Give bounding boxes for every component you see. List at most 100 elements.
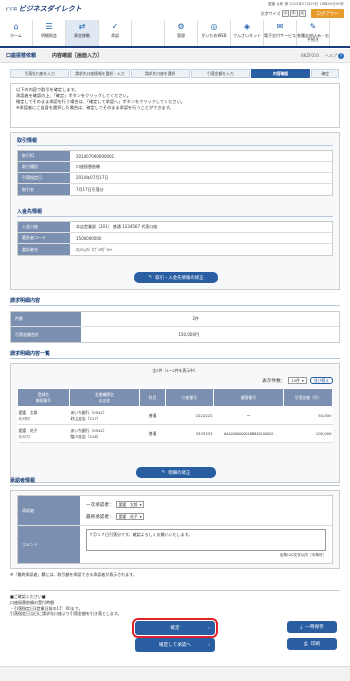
bank-cell: あいち銀行（0542） 臨川支店（216） — [69, 424, 140, 443]
list-controls: 表示件数： 10件 ▾ 並び替え — [17, 377, 333, 384]
note-line: 引落指定日当日に請求先口座より引落金額を引き落とします。 — [10, 611, 122, 617]
nav-label: でんさいネット — [233, 33, 261, 38]
nav-label: 資金移動 — [74, 33, 90, 38]
mail-icon: ✉ — [276, 22, 284, 32]
account-cell: 2222222 — [165, 406, 214, 425]
nav-item-3[interactable]: ✓ 承認 — [99, 20, 132, 46]
nav-item-4[interactable] — [132, 20, 165, 46]
claim-table: 件数 2件 引落金額合計 150,000円 — [10, 311, 340, 343]
reorder-button[interactable]: 並び替え — [309, 377, 333, 384]
nav-item-1[interactable]: ☰ 明細照会 — [33, 20, 66, 46]
nav-item-9[interactable]: ✎ 各種お申込み・お手続き — [297, 20, 330, 46]
brand-name: ビジネスダイレクト — [18, 5, 82, 13]
step-4: 引落金額を入力 — [190, 69, 250, 78]
col-account: 口座番号 — [165, 388, 214, 407]
logout-button[interactable]: ログアウト — [311, 9, 344, 18]
bank-cell: あいち銀行（0542） 砂山支店（217） — [69, 406, 140, 425]
payee-info-table: 入金口座 本店営業部（201） 普通 1234567 代表口座 委託者コード 150… — [17, 221, 333, 256]
page-title: 内容確認［画面入力］ — [52, 53, 103, 59]
comment-label: コメント — [18, 526, 80, 563]
consignor-name-value: ｴﾋﾒｼｮｳｼﾞｶﾌﾞｼｷｶﾞｲｼｬ — [76, 246, 112, 252]
deposit-account-value: 本店営業部（201） 普通 1234567 代表口座 — [76, 224, 158, 229]
print-button[interactable]: ⎙ 印刷 — [287, 638, 337, 650]
step-1: 引落先口座を入力 — [10, 69, 70, 78]
nav-item-7[interactable]: ◈ でんさいネット — [231, 20, 264, 46]
document-icon: ☰ — [45, 22, 53, 32]
bank-logo[interactable]: ﾋﾞｼﾞﾈｽ ビジネスダイレクト — [6, 3, 82, 15]
payee-row: 委託者コード 1500000000 — [18, 233, 332, 244]
first-approver-select[interactable]: 愛媛 太郎 ▾ — [115, 501, 145, 508]
trade-id-label: 取引ID — [18, 151, 70, 161]
approver-table: 承認者 一次承認者： 愛媛 太郎 ▾ 最終承認者： 愛媛 花子 ▾ コメント ７月１… — [17, 495, 333, 564]
consignor-code-label: 委託者コード — [18, 233, 70, 243]
help-link[interactable]: ヘルプ? — [325, 52, 344, 59]
nav-label: 明細照会 — [41, 33, 57, 38]
help-icon: ? — [338, 52, 344, 59]
table-row: 愛媛 花子 ｴﾋﾒﾊﾅｺ あいち銀行（0542） 臨川支店（216） 普通 33… — [17, 424, 333, 443]
first-approver-value: 愛媛 太郎 — [118, 501, 138, 507]
registrant-cell: 愛媛 花子 ｴﾋﾒﾊﾅｺ — [17, 424, 70, 443]
pencil-icon: ✎ — [161, 470, 166, 475]
count-label: 件数 — [11, 312, 81, 326]
comment-row: コメント ７月１７日引落分です。確認よろしくお願いいたします。 全角120文字以… — [18, 526, 332, 563]
confirm-button[interactable]: 確定 › — [132, 618, 218, 638]
home-icon: ⌂ — [13, 22, 19, 32]
blank-icon — [143, 23, 153, 32]
account-cell: 3333333 — [165, 424, 214, 443]
per-page-select[interactable]: 10件 ▾ — [288, 377, 307, 384]
trade-panel: 取引情報 取引ID 201407090000001 取引種別 口座振替依頼 引落指定… — [10, 132, 340, 290]
col-type: 科目 — [139, 388, 166, 407]
first-approver-line: 一次承認者： 愛媛 太郎 ▾ — [86, 501, 145, 508]
per-page-label: 表示件数： — [262, 378, 286, 384]
help-label: ヘルプ — [325, 52, 337, 58]
edit-trade-payee-button[interactable]: ✎ 取引・入金先情報の修正 — [134, 272, 218, 283]
nav-item-8[interactable]: ✉ 電子交付サービス — [264, 20, 297, 46]
global-nav: ⌂ ホーム ☰ 明細照会 ⇄ 資金移動 ✓ 承認 ⚙ 管理 ◎ がいためWEB ◈ でんさいネット ✉ 電子交… — [0, 20, 350, 46]
nav-label: 承認 — [111, 33, 119, 38]
nav-label: がいためWEB — [201, 33, 227, 38]
claim-row: 引落金額合計 150,000円 — [11, 327, 339, 342]
gear-icon: ⚙ — [177, 22, 185, 32]
comment-limit: 全角120文字以内［半角可］ — [279, 553, 326, 557]
chevron-right-icon: › — [208, 625, 210, 631]
per-page-value: 10件 — [291, 377, 300, 383]
save-draft-label: 一時保存 — [305, 625, 324, 630]
nav-label: 管理 — [177, 33, 185, 38]
registrant-cell: 愛媛 太郎 ｴﾋﾒﾀﾛｳ — [17, 406, 70, 425]
nav-item-5[interactable]: ⚙ 管理 — [165, 20, 198, 46]
screen-id: BKZF010 — [300, 53, 319, 58]
font-size-large-button[interactable]: 大 — [298, 10, 306, 17]
edit-details-label: 明細の修正 — [168, 470, 191, 476]
final-approver-select[interactable]: 愛媛 花子 ▾ — [115, 513, 145, 520]
comment-textarea[interactable]: ７月１７日引落分です。確認よろしくお願いいたします。 — [86, 529, 326, 551]
trade-info-table: 取引ID 201407090000001 取引種別 口座振替依頼 引落指定日 2014… — [17, 150, 333, 196]
title-right: BKZF010 ヘルプ? — [300, 52, 344, 59]
first-approver-label: 一次承認者： — [86, 502, 114, 508]
step-6: 確定 — [311, 69, 340, 78]
count-value: 2件 — [192, 316, 199, 321]
customer-cell: ー — [213, 406, 284, 425]
nav-item-2[interactable]: ⇄ 資金移動 — [66, 20, 99, 46]
printer-icon: ⎙ — [304, 642, 308, 647]
trade-row: 取引種別 口座振替依頼 — [18, 162, 332, 173]
trade-row: 取引ID 201407090000001 — [18, 151, 332, 162]
font-size-small-button[interactable]: 小 — [281, 10, 289, 17]
col-bank: 金融機関名 支店名 — [69, 388, 140, 407]
pencil-icon: ✎ — [148, 275, 153, 280]
final-approver-label: 最終承認者： — [86, 514, 114, 520]
nav-item-6[interactable]: ◎ がいためWEB — [198, 20, 231, 46]
record-count: 全2件（1～2件を表示中） — [152, 368, 198, 373]
notice-box: 以下の内容で取引を確定します。 承認者を確認の上、「確定」ボタンをクリックしてく… — [10, 83, 340, 128]
claim-list: 請求明細内容一覧 全2件（1～2件を表示中） 表示件数： 10件 ▾ 並び替え 登… — [10, 350, 340, 483]
chevron-down-icon: ▾ — [139, 514, 142, 519]
trade-row: 取引名 7月17日引落分 — [18, 184, 332, 195]
font-size-medium-button[interactable]: 中 — [290, 10, 298, 17]
save-draft-button[interactable]: ⤓ 一時保存 — [287, 621, 337, 633]
claim-title: 請求明細内容 — [10, 297, 340, 306]
nav-item-0[interactable]: ⌂ ホーム — [0, 20, 33, 46]
approver-title: 承認者情報 — [10, 477, 340, 486]
customer-cell: AAA200000001BBB30100002 — [213, 424, 284, 443]
confirm-approve-button[interactable]: 確定して承認へ › — [135, 638, 215, 652]
approver-row: 承認者 一次承認者： 愛媛 太郎 ▾ 最終承認者： 愛媛 花子 ▾ — [18, 496, 332, 526]
final-approver-value: 愛媛 花子 — [118, 513, 138, 519]
